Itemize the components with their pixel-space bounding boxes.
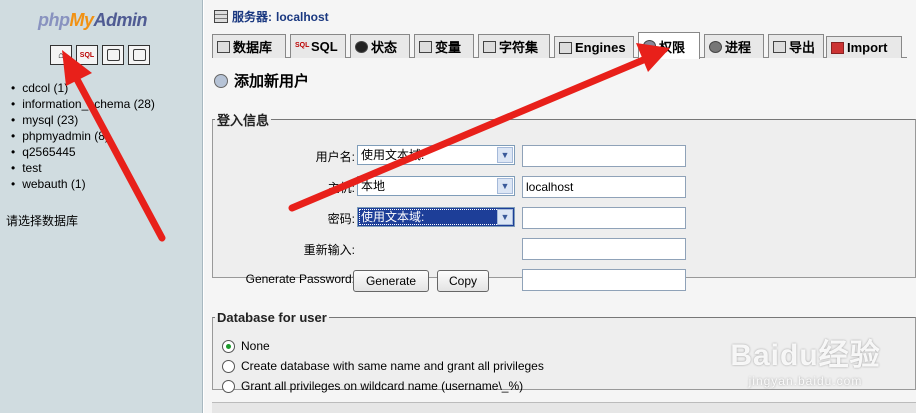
radio-none[interactable]: None [222, 339, 270, 353]
watermark-site: jingyan.baidu.com [748, 374, 863, 388]
export-icon [773, 40, 786, 53]
next-fieldset-edge [212, 402, 916, 413]
tab-engines[interactable]: Engines [554, 36, 634, 58]
radio-label: Grant all privileges on wildcard name (u… [241, 379, 524, 393]
generate-password-label: Generate Password: [245, 272, 355, 286]
select-value: 使用文本域: [361, 210, 425, 224]
watermark-brand: Baidu经验 [730, 339, 881, 372]
navigation-frame: phpMyAdmin ⌂ SQL cdcol (1) information_s… [0, 0, 203, 413]
tab-processes[interactable]: 进程 [704, 34, 764, 58]
home-icon[interactable]: ⌂ [50, 45, 72, 65]
radio-button[interactable] [222, 359, 235, 373]
database-item[interactable]: information_schema (28) [11, 96, 155, 112]
server-name-link[interactable]: localhost [276, 10, 329, 24]
top-tab-bar: 数据库 SQL SQL 状态 变量 字符集 Engines 权限 进程 导出 Im… [212, 32, 907, 59]
generate-button[interactable]: Generate [353, 270, 429, 292]
chevron-down-icon: ▼ [497, 209, 513, 225]
engines-icon [559, 41, 572, 54]
logo-admin-text: Admin [93, 10, 148, 30]
database-icon [217, 40, 230, 53]
database-item[interactable]: phpmyadmin (8) [11, 128, 155, 144]
radio-label: None [241, 339, 270, 353]
radio-button[interactable] [222, 379, 235, 393]
add-user-icon [214, 73, 228, 88]
tab-label: SQL [311, 39, 338, 54]
nav-icon-bar: ⌂ SQL [50, 45, 150, 65]
chevron-down-icon: ▼ [497, 178, 513, 194]
docs-icon[interactable] [128, 45, 150, 65]
import-icon [831, 41, 844, 54]
database-item[interactable]: test [11, 160, 155, 176]
select-value: 使用文本域: [361, 148, 425, 162]
chevron-down-icon: ▼ [497, 147, 513, 163]
password-label: 密码: [327, 212, 355, 226]
username-row: 用户名: 使用文本域: ▼ [213, 145, 915, 167]
server-label: 服务器: [232, 10, 272, 24]
logo-my-text: My [69, 10, 95, 30]
host-input[interactable]: localhost [522, 176, 686, 198]
retype-label: 重新输入: [303, 243, 355, 257]
host-label: 主机: [327, 181, 355, 195]
privileges-icon [643, 40, 656, 52]
password-row: 密码: 使用文本域: ▼ [213, 207, 915, 229]
tab-label: 进程 [725, 40, 752, 55]
sql-icon: SQL [295, 41, 310, 49]
database-for-user-legend: Database for user [217, 310, 327, 325]
server-breadcrumb: 服务器: localhost [214, 8, 329, 25]
tab-label: Import [847, 40, 888, 55]
variables-icon [419, 40, 432, 53]
radio-button[interactable] [222, 339, 235, 353]
sql-query-icon[interactable]: SQL [76, 45, 98, 65]
charset-icon [483, 40, 496, 53]
tab-label: 权限 [659, 39, 686, 55]
baidu-watermark: Baidu经验 jingyan.baidu.com [703, 330, 908, 388]
radio-wildcard[interactable]: Grant all privileges on wildcard name (u… [222, 379, 523, 393]
radio-label: Create database with same name and grant… [241, 359, 544, 373]
select-value: 本地 [361, 179, 386, 193]
username-input[interactable] [522, 145, 686, 167]
choose-database-hint: 请选择数据库 [6, 214, 79, 228]
login-info-fieldset: 登入信息 用户名: 使用文本域: ▼ 主机: 本地 ▼ localhost 密码: … [212, 110, 916, 292]
tab-status[interactable]: 状态 [350, 34, 410, 58]
process-icon [709, 40, 722, 53]
page-title-text: 添加新用户 [234, 73, 310, 90]
database-list: cdcol (1) information_schema (28) mysql … [11, 80, 155, 192]
retype-row: 重新输入: [213, 238, 915, 260]
database-item[interactable]: q2565445 [11, 144, 155, 160]
tab-variables[interactable]: 变量 [414, 34, 474, 58]
tab-label: 数据库 [233, 40, 273, 55]
generated-password-input[interactable] [522, 269, 686, 291]
host-type-select[interactable]: 本地 ▼ [357, 176, 515, 196]
tab-label: 变量 [435, 40, 462, 55]
tab-label: Engines [575, 40, 626, 55]
tab-label: 状态 [371, 40, 398, 55]
tab-export[interactable]: 导出 [768, 34, 824, 58]
docs-icon[interactable] [102, 45, 124, 65]
login-info-legend: 登入信息 [217, 113, 270, 128]
tab-privileges[interactable]: 权限 [638, 32, 700, 59]
password-type-select[interactable]: 使用文本域: ▼ [357, 207, 515, 227]
tab-sql[interactable]: SQL SQL [290, 34, 346, 58]
generate-password-row: Generate Password: Generate Copy [213, 269, 915, 292]
password-input[interactable] [522, 207, 686, 229]
status-icon [355, 40, 368, 53]
logo-php-text: php [38, 10, 70, 30]
database-item[interactable]: webauth (1) [11, 176, 155, 192]
username-type-select[interactable]: 使用文本域: ▼ [357, 145, 515, 165]
copy-button[interactable]: Copy [437, 270, 489, 292]
server-icon [214, 10, 228, 23]
host-row: 主机: 本地 ▼ localhost [213, 176, 915, 198]
tab-charset[interactable]: 字符集 [478, 34, 550, 58]
tab-label: 导出 [789, 40, 816, 55]
username-label: 用户名: [315, 150, 355, 164]
retype-password-input[interactable] [522, 238, 686, 260]
phpmyadmin-logo[interactable]: phpMyAdmin [38, 10, 148, 31]
tab-label: 字符集 [499, 40, 539, 55]
page-title: 添加新用户 [214, 70, 309, 91]
database-item[interactable]: mysql (23) [11, 112, 155, 128]
tab-import[interactable]: Import [826, 36, 902, 58]
radio-create-db[interactable]: Create database with same name and grant… [222, 359, 544, 373]
tab-databases[interactable]: 数据库 [212, 34, 286, 58]
database-item[interactable]: cdcol (1) [11, 80, 155, 96]
